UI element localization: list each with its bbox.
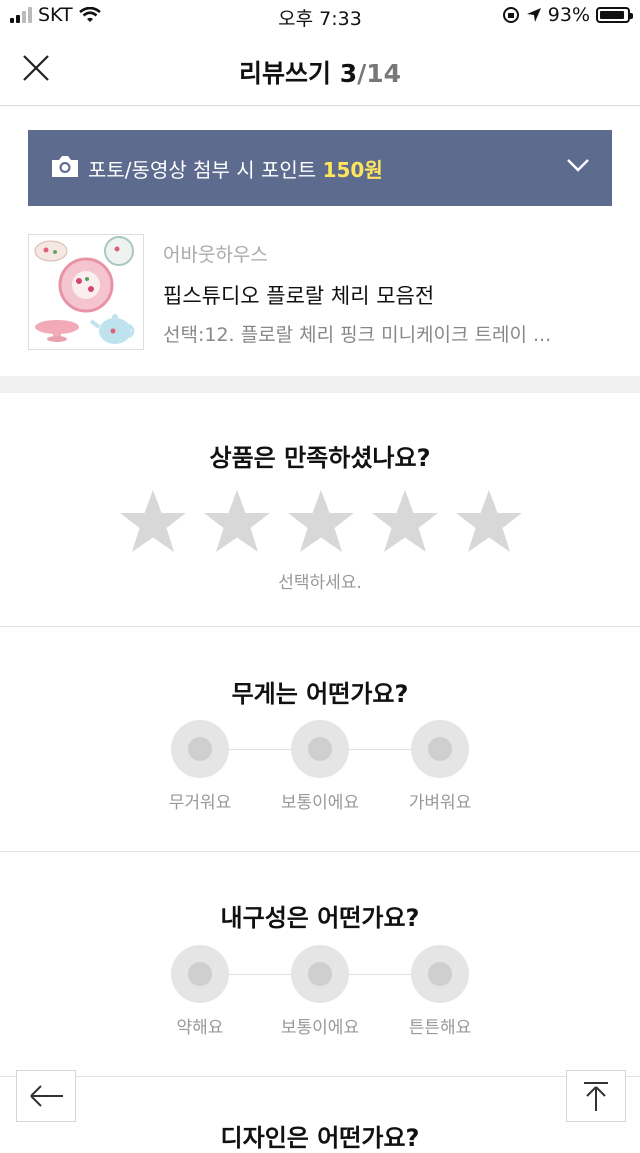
radio-circle[interactable] bbox=[291, 945, 349, 1003]
product-name: 핍스튜디오 플로랄 체리 모음전 bbox=[163, 284, 435, 308]
star-icon[interactable] bbox=[118, 488, 188, 558]
weight-option-light[interactable]: 가벼워요 bbox=[380, 720, 500, 813]
header: 리뷰쓰기 3/14 bbox=[0, 32, 640, 106]
banner-label: 포토/동영상 첨부 시 포인트 bbox=[88, 158, 323, 182]
page-title-text: 리뷰쓰기 bbox=[238, 59, 331, 88]
camera-icon bbox=[52, 156, 78, 177]
option-label: 가벼워요 bbox=[408, 793, 472, 813]
weight-option-heavy[interactable]: 무거워요 bbox=[140, 720, 260, 813]
scroll-top-button[interactable] bbox=[566, 1070, 626, 1122]
product-thumbnail bbox=[28, 234, 144, 350]
chevron-down-icon[interactable] bbox=[566, 157, 590, 173]
durability-option-normal[interactable]: 보통이에요 bbox=[260, 945, 380, 1038]
weight-options: 무거워요 보통이에요 가벼워요 bbox=[160, 720, 480, 813]
page-total: /14 bbox=[357, 59, 402, 88]
divider bbox=[0, 1076, 640, 1077]
option-label: 무거워요 bbox=[168, 793, 232, 813]
product-option: 선택:12. 플로랄 체리 핑크 미니케이크 트레이 ... bbox=[163, 324, 552, 346]
star-icon[interactable] bbox=[454, 488, 524, 558]
status-bar: SKT 오후 7:33 93% bbox=[0, 0, 640, 32]
option-label: 보통이에요 bbox=[280, 793, 360, 813]
banner-text: 포토/동영상 첨부 시 포인트 150원 bbox=[88, 154, 383, 183]
battery-percent: 93% bbox=[547, 4, 590, 26]
status-right: 93% bbox=[502, 4, 633, 26]
back-button[interactable] bbox=[16, 1070, 76, 1122]
weight-question: 무게는 어떤가요? bbox=[231, 680, 409, 708]
battery-icon bbox=[596, 7, 633, 23]
star-icon[interactable] bbox=[286, 488, 356, 558]
section-separator bbox=[0, 376, 640, 393]
durability-options: 약해요 보통이에요 튼튼해요 bbox=[160, 945, 480, 1038]
durability-option-sturdy[interactable]: 튼튼해요 bbox=[380, 945, 500, 1038]
star-icon[interactable] bbox=[370, 488, 440, 558]
battery-fill bbox=[600, 11, 625, 19]
divider bbox=[0, 626, 640, 627]
photo-points-banner[interactable]: 포토/동영상 첨부 시 포인트 150원 bbox=[28, 130, 612, 206]
radio-circle[interactable] bbox=[411, 720, 469, 778]
design-question: 디자인은 어떤가요? bbox=[220, 1124, 420, 1152]
radio-circle[interactable] bbox=[411, 945, 469, 1003]
page-current: 3 bbox=[339, 59, 358, 88]
product-brand: 어바웃하우스 bbox=[163, 244, 268, 266]
arrow-left-icon bbox=[30, 1085, 63, 1107]
rating-hint: 선택하세요. bbox=[278, 573, 362, 593]
banner-points: 150원 bbox=[322, 158, 383, 182]
page-title: 리뷰쓰기 3/14 bbox=[0, 54, 640, 90]
option-label: 튼튼해요 bbox=[408, 1018, 472, 1038]
radio-circle[interactable] bbox=[171, 945, 229, 1003]
durability-option-weak[interactable]: 약해요 bbox=[140, 945, 260, 1038]
orientation-lock-icon bbox=[502, 7, 519, 23]
star-icon[interactable] bbox=[202, 488, 272, 558]
radio-circle[interactable] bbox=[291, 720, 349, 778]
star-rating[interactable] bbox=[118, 488, 524, 558]
divider bbox=[0, 851, 640, 852]
rating-question: 상품은 만족하셨나요? bbox=[209, 444, 431, 472]
weight-option-normal[interactable]: 보통이에요 bbox=[260, 720, 380, 813]
option-label: 약해요 bbox=[176, 1018, 224, 1038]
scroll-top-icon bbox=[584, 1082, 608, 1111]
option-label: 보통이에요 bbox=[280, 1018, 360, 1038]
location-icon bbox=[526, 8, 541, 22]
product-image bbox=[34, 236, 135, 344]
radio-circle[interactable] bbox=[171, 720, 229, 778]
durability-question: 내구성은 어떤가요? bbox=[220, 904, 420, 932]
